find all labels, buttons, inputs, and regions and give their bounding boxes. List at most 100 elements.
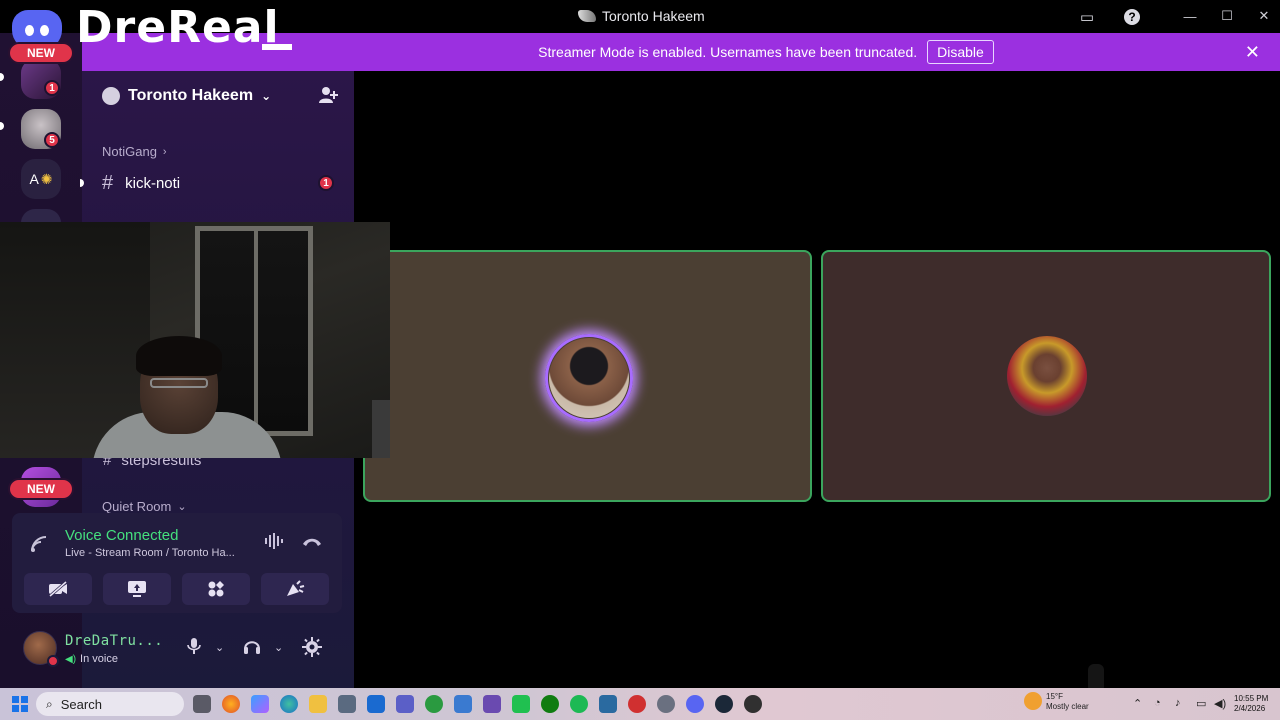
disable-streamer-mode-button[interactable]: Disable — [927, 40, 994, 64]
unread-indicator — [80, 179, 84, 187]
gear-icon[interactable] — [302, 637, 322, 662]
server-header[interactable]: Toronto Hakeem ⌄ — [102, 87, 271, 105]
disconnect-icon[interactable] — [302, 533, 322, 553]
app-icon[interactable] — [425, 695, 443, 713]
webcam-person — [136, 336, 222, 434]
user-panel: DreDaTru... ◀) In voice ⌄ ⌄ — [12, 623, 342, 677]
server-name: Toronto Hakeem — [128, 87, 254, 104]
server-icon — [102, 87, 120, 105]
maximize-icon[interactable]: ☐ — [1219, 8, 1235, 24]
streamer-watermark: DreReal — [76, 2, 280, 53]
app-icon[interactable] — [483, 695, 501, 713]
soundboard-button[interactable] — [261, 573, 329, 605]
firefox-icon[interactable] — [222, 695, 240, 713]
weather-desc: Mostly clear — [1046, 702, 1089, 711]
window-title: Toronto Hakeem — [578, 8, 705, 24]
webcam-overlay — [0, 222, 390, 458]
chevron-right-icon: › — [162, 145, 167, 158]
steam-icon[interactable] — [715, 695, 733, 713]
chevron-down-icon[interactable]: ⌄ — [274, 641, 283, 654]
discord-taskbar-icon[interactable] — [686, 695, 704, 713]
tray-app-icon[interactable]: ◔ — [1154, 697, 1161, 709]
search-icon: ⌕ — [46, 696, 53, 711]
clock-time: 10:55 PM — [1234, 694, 1269, 703]
minimize-icon[interactable]: — — [1182, 8, 1198, 24]
unread-badge: 5 — [44, 132, 60, 148]
rail-indicator — [0, 73, 4, 81]
category-notigang[interactable]: NotiGang › — [102, 144, 167, 159]
copilot-icon[interactable] — [251, 695, 269, 713]
spotify-icon[interactable] — [570, 695, 588, 713]
inbox-icon[interactable]: ▭ — [1076, 6, 1098, 28]
file-explorer-icon[interactable] — [309, 695, 327, 713]
voice-status[interactable]: Voice Connected — [65, 527, 178, 544]
add-member-icon[interactable] — [318, 86, 338, 109]
avatar[interactable] — [23, 631, 59, 667]
app-icon[interactable] — [628, 695, 646, 713]
noise-suppression-icon[interactable] — [264, 533, 284, 554]
chevron-down-icon[interactable]: ⌄ — [215, 641, 224, 654]
app-icon[interactable] — [744, 695, 762, 713]
new-badge: NEW — [8, 478, 74, 500]
search-placeholder: Search — [60, 696, 102, 712]
clock-date: 2/4/2026 — [1234, 704, 1266, 713]
category-label: Quiet Room — [102, 499, 172, 514]
activities-button[interactable] — [182, 573, 250, 605]
category-quiet-room[interactable]: Quiet Room ⌄ — [102, 499, 187, 514]
tray-overflow-icon[interactable]: ⌃ — [1133, 697, 1142, 710]
username[interactable]: DreDaTru... — [65, 633, 163, 649]
app-icon[interactable] — [599, 695, 617, 713]
sun-icon: ✺ — [40, 170, 53, 187]
app-icon[interactable] — [657, 695, 675, 713]
new-badge: NEW — [8, 42, 74, 64]
webcam-edge — [372, 400, 390, 458]
avatar — [549, 338, 629, 418]
hand-cursor-icon — [1088, 664, 1104, 690]
voice-connection-panel: Voice Connected Live - Stream Room / Tor… — [12, 513, 342, 613]
microphone-icon[interactable]: ♪ — [1175, 697, 1181, 709]
chevron-down-icon: ⌄ — [177, 501, 187, 513]
volume-icon[interactable]: ◀) — [1214, 697, 1226, 710]
chevron-down-icon: ⌄ — [261, 89, 272, 103]
close-icon[interactable]: ✕ — [1245, 42, 1260, 63]
app-icon[interactable] — [454, 695, 472, 713]
taskbar-search[interactable]: ⌕ Search — [36, 692, 184, 716]
help-icon[interactable]: ? — [1121, 6, 1143, 28]
user-status-text: In voice — [80, 653, 118, 665]
server-glyph-icon — [578, 10, 596, 22]
window-title-text: Toronto Hakeem — [602, 8, 705, 24]
edge-icon[interactable] — [280, 695, 298, 713]
weather-widget[interactable]: 15°F Mostly clear — [1024, 692, 1089, 712]
app-icon[interactable] — [512, 695, 530, 713]
speaker-icon: ◀) — [65, 653, 77, 665]
avatar — [1007, 336, 1087, 416]
hash-icon: # — [102, 172, 114, 194]
server-icon-3[interactable]: A ✺ — [21, 159, 61, 199]
dnd-status-icon — [47, 655, 59, 667]
camera-off-button[interactable] — [24, 573, 92, 605]
discord-window: Toronto Hakeem ▭ ? — ☐ ✕ 1 5 A ✺ Toronto… — [0, 0, 1280, 720]
outlook-icon[interactable] — [367, 695, 385, 713]
windows-start-icon[interactable] — [12, 696, 28, 712]
task-view-icon[interactable] — [193, 695, 211, 713]
category-label: NotiGang — [102, 144, 157, 159]
channel-kick-noti[interactable]: # kick-noti — [102, 172, 180, 195]
watermark-underline — [262, 44, 292, 50]
teams-icon[interactable] — [396, 695, 414, 713]
xbox-icon[interactable] — [541, 695, 559, 713]
video-tile[interactable] — [363, 250, 812, 502]
store-icon[interactable] — [338, 695, 356, 713]
video-tile[interactable] — [821, 250, 1271, 502]
headphones-icon[interactable] — [243, 637, 261, 660]
windows-taskbar: ⌕ Search 15°F Mostly clear ⌃ ◔ ♪ ▭ ◀) 10… — [0, 688, 1280, 720]
user-status: ◀) In voice — [65, 653, 118, 665]
voice-location[interactable]: Live - Stream Room / Toronto Ha... — [65, 547, 235, 559]
network-icon[interactable]: ▭ — [1196, 697, 1206, 710]
weather-temp: 15°F — [1046, 692, 1063, 701]
screen-share-button[interactable] — [103, 573, 171, 605]
microphone-icon[interactable] — [187, 637, 201, 660]
rail-indicator — [0, 122, 4, 130]
signal-icon[interactable] — [30, 535, 48, 558]
close-window-icon[interactable]: ✕ — [1256, 8, 1272, 24]
clock[interactable]: 10:55 PM 2/4/2026 — [1234, 694, 1268, 714]
